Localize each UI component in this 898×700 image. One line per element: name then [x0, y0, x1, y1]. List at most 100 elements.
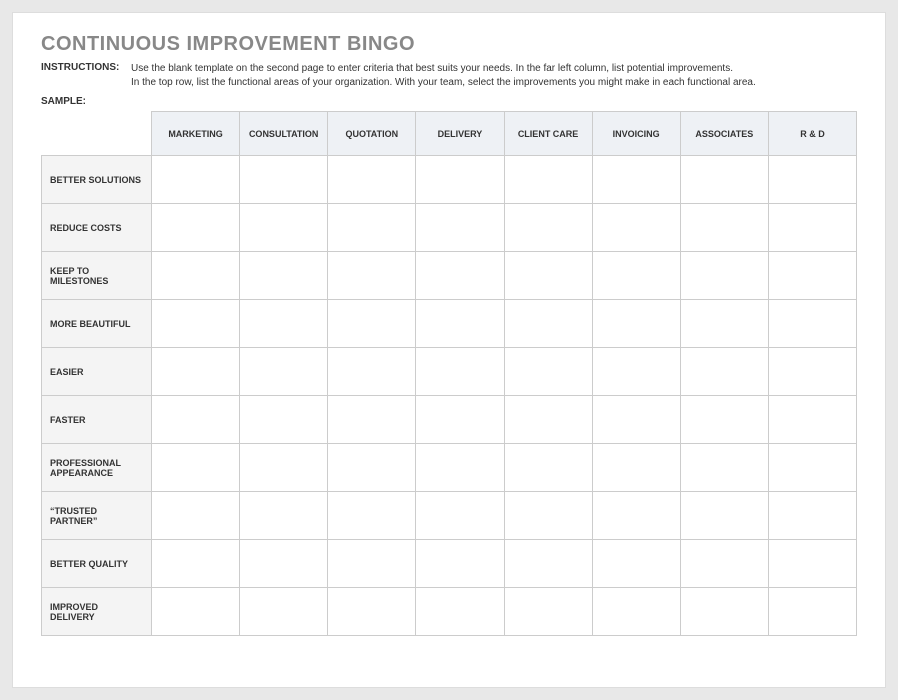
table-row: “TRUSTED PARTNER”	[42, 492, 857, 540]
table-cell	[416, 396, 504, 444]
row-header: REDUCE COSTS	[42, 204, 152, 252]
table-row: BETTER SOLUTIONS	[42, 156, 857, 204]
table-cell	[240, 444, 328, 492]
table-cell	[328, 156, 416, 204]
table-cell	[592, 156, 680, 204]
column-header: MARKETING	[152, 112, 240, 156]
table-cell	[592, 396, 680, 444]
table-row: BETTER QUALITY	[42, 540, 857, 588]
column-header: CLIENT CARE	[504, 112, 592, 156]
instructions-line2: In the top row, list the functional area…	[131, 76, 756, 90]
table-cell	[768, 396, 856, 444]
table-cell	[416, 492, 504, 540]
table-cell	[328, 492, 416, 540]
table-cell	[240, 204, 328, 252]
table-cell	[152, 156, 240, 204]
table-cell	[592, 300, 680, 348]
document-page: CONTINUOUS IMPROVEMENT BINGO INSTRUCTION…	[12, 12, 886, 688]
row-header: MORE BEAUTIFUL	[42, 300, 152, 348]
column-header: ASSOCIATES	[680, 112, 768, 156]
row-header: EASIER	[42, 348, 152, 396]
instructions-text: Use the blank template on the second pag…	[131, 62, 756, 90]
table-cell	[328, 540, 416, 588]
table-cell	[768, 444, 856, 492]
table-cell	[416, 300, 504, 348]
table-cell	[768, 492, 856, 540]
table-cell	[680, 540, 768, 588]
table-cell	[152, 444, 240, 492]
table-body: BETTER SOLUTIONS REDUCE COSTS KEEP TO MI…	[42, 156, 857, 636]
row-header: BETTER QUALITY	[42, 540, 152, 588]
sample-label: SAMPLE:	[41, 96, 857, 107]
table-cell	[504, 492, 592, 540]
table-cell	[680, 492, 768, 540]
table-cell	[416, 204, 504, 252]
table-cell	[240, 348, 328, 396]
table-cell	[592, 588, 680, 636]
table-cell	[240, 156, 328, 204]
table-row: REDUCE COSTS	[42, 204, 857, 252]
table-cell	[680, 348, 768, 396]
table-cell	[592, 348, 680, 396]
table-cell	[592, 252, 680, 300]
table-cell	[328, 204, 416, 252]
table-cell	[328, 588, 416, 636]
table-cell	[680, 396, 768, 444]
bingo-table: MARKETING CONSULTATION QUOTATION DELIVER…	[41, 111, 857, 636]
table-cell	[328, 396, 416, 444]
column-header: INVOICING	[592, 112, 680, 156]
table-cell	[328, 252, 416, 300]
row-header: PROFESSIONAL APPEARANCE	[42, 444, 152, 492]
table-cell	[592, 492, 680, 540]
table-cell	[152, 348, 240, 396]
table-cell	[504, 252, 592, 300]
table-cell	[680, 444, 768, 492]
table-cell	[768, 300, 856, 348]
column-header: DELIVERY	[416, 112, 504, 156]
table-row: KEEP TO MILESTONES	[42, 252, 857, 300]
table-cell	[240, 492, 328, 540]
table-row: IMPROVED DELIVERY	[42, 588, 857, 636]
table-cell	[328, 300, 416, 348]
row-header: “TRUSTED PARTNER”	[42, 492, 152, 540]
table-cell	[680, 156, 768, 204]
table-cell	[328, 348, 416, 396]
table-cell	[680, 204, 768, 252]
table-header-row: MARKETING CONSULTATION QUOTATION DELIVER…	[42, 112, 857, 156]
table-cell	[416, 348, 504, 396]
column-header: CONSULTATION	[240, 112, 328, 156]
table-cell	[592, 444, 680, 492]
table-cell	[768, 348, 856, 396]
row-header: IMPROVED DELIVERY	[42, 588, 152, 636]
table-cell	[768, 204, 856, 252]
table-cell	[504, 444, 592, 492]
table-cell	[680, 252, 768, 300]
table-cell	[504, 300, 592, 348]
table-cell	[504, 156, 592, 204]
table-cell	[504, 588, 592, 636]
table-cell	[240, 300, 328, 348]
row-header: KEEP TO MILESTONES	[42, 252, 152, 300]
table-cell	[152, 540, 240, 588]
column-header: R & D	[768, 112, 856, 156]
table-cell	[504, 204, 592, 252]
table-cell	[416, 444, 504, 492]
table-cell	[768, 588, 856, 636]
table-cell	[504, 540, 592, 588]
instructions-line1: Use the blank template on the second pag…	[131, 62, 756, 76]
table-row: FASTER	[42, 396, 857, 444]
table-cell	[680, 588, 768, 636]
table-cell	[768, 156, 856, 204]
table-row: EASIER	[42, 348, 857, 396]
instructions-row: INSTRUCTIONS: Use the blank template on …	[41, 62, 857, 90]
table-cell	[504, 348, 592, 396]
table-row: PROFESSIONAL APPEARANCE	[42, 444, 857, 492]
table-cell	[152, 204, 240, 252]
table-cell	[152, 300, 240, 348]
table-cell	[240, 588, 328, 636]
table-cell	[240, 252, 328, 300]
table-row: MORE BEAUTIFUL	[42, 300, 857, 348]
table-cell	[416, 252, 504, 300]
page-title: CONTINUOUS IMPROVEMENT BINGO	[41, 33, 857, 56]
table-corner-cell	[42, 112, 152, 156]
